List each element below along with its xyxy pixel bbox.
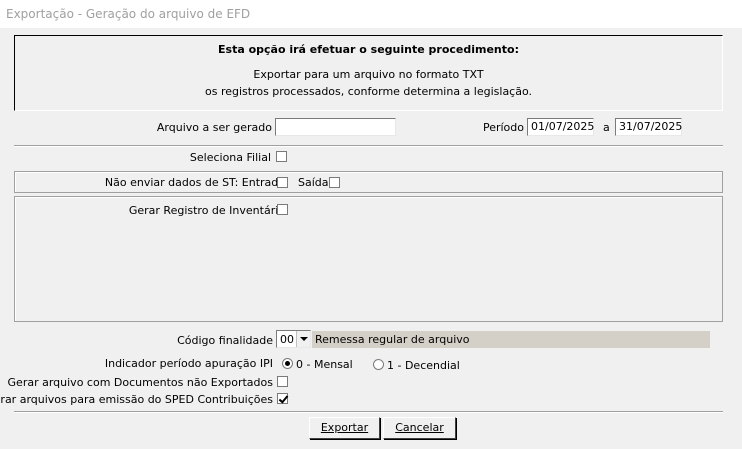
codigo-select-value: 00 [280,333,294,346]
efd-export-window: Exportação - Geração do arquivo de EFD E… [0,0,742,449]
separator-2 [14,411,723,413]
cancelar-button[interactable]: Cancelar [383,417,456,439]
ipi-decendial-label: 1 - Decendial [387,359,460,372]
separator-1 [14,145,723,147]
periodo-fim-input[interactable]: 31/07/2025 [615,118,682,136]
nao-exportados-label: Gerar arquivo com Documentos não Exporta… [7,376,273,389]
st-saida-label: Saída [298,176,329,189]
st-saida-checkbox[interactable] [329,177,340,188]
inventario-checkbox[interactable] [277,204,288,215]
filial-checkbox[interactable] [276,151,287,162]
chevron-down-icon[interactable] [296,331,310,347]
info-panel: Esta opção irá efetuar o seguinte proced… [14,35,723,111]
window-title: Exportação - Geração do arquivo de EFD [6,7,251,21]
info-line-2: os registros processados, conforme deter… [204,85,533,98]
title-bar[interactable]: Exportação - Geração do arquivo de EFD [0,0,742,29]
codigo-description: Remessa regular de arquivo [312,331,710,348]
info-line-1: Exportar para um arquivo no formato TXT [253,68,484,81]
cancelar-button-label: Cancelar [395,421,444,434]
exportar-button[interactable]: Exportar [309,417,380,439]
inventario-group: Gerar Registro de Inventário [14,196,723,322]
periodo-inicio-input[interactable]: 01/07/2025 [527,118,594,136]
ipi-decendial-radio[interactable] [373,359,384,370]
info-heading: Esta opção irá efetuar o seguinte proced… [218,43,519,56]
ipi-mensal-label: 0 - Mensal [296,358,353,371]
arquivo-input[interactable] [275,118,396,136]
st-entrada-checkbox[interactable] [277,177,288,188]
st-entrada-label: Não enviar dados de ST: Entrada [104,176,285,189]
codigo-description-text: Remessa regular de arquivo [315,333,470,346]
codigo-select[interactable]: 00 [276,330,311,348]
ipi-label: Indicador período apuração IPI [104,357,273,370]
inventario-label: Gerar Registro de Inventário [128,204,285,217]
exportar-button-label: Exportar [320,421,369,434]
arquivo-label: Arquivo a ser gerado [156,121,272,134]
codigo-label: Código finalidade [177,334,273,347]
filial-label: Seleciona Filial [189,151,271,164]
nao-exportados-checkbox[interactable] [277,376,288,387]
ipi-mensal-radio[interactable] [282,358,293,369]
st-group: Não enviar dados de ST: Entrada Saída [14,171,723,193]
sped-label: Gerar arquivos para emissão do SPED Cont… [0,393,273,406]
periodo-separator: a [603,121,610,134]
dialog-body: Esta opção irá efetuar o seguinte proced… [0,28,742,449]
periodo-label: Período [482,121,524,134]
sped-checkbox[interactable] [277,393,288,404]
